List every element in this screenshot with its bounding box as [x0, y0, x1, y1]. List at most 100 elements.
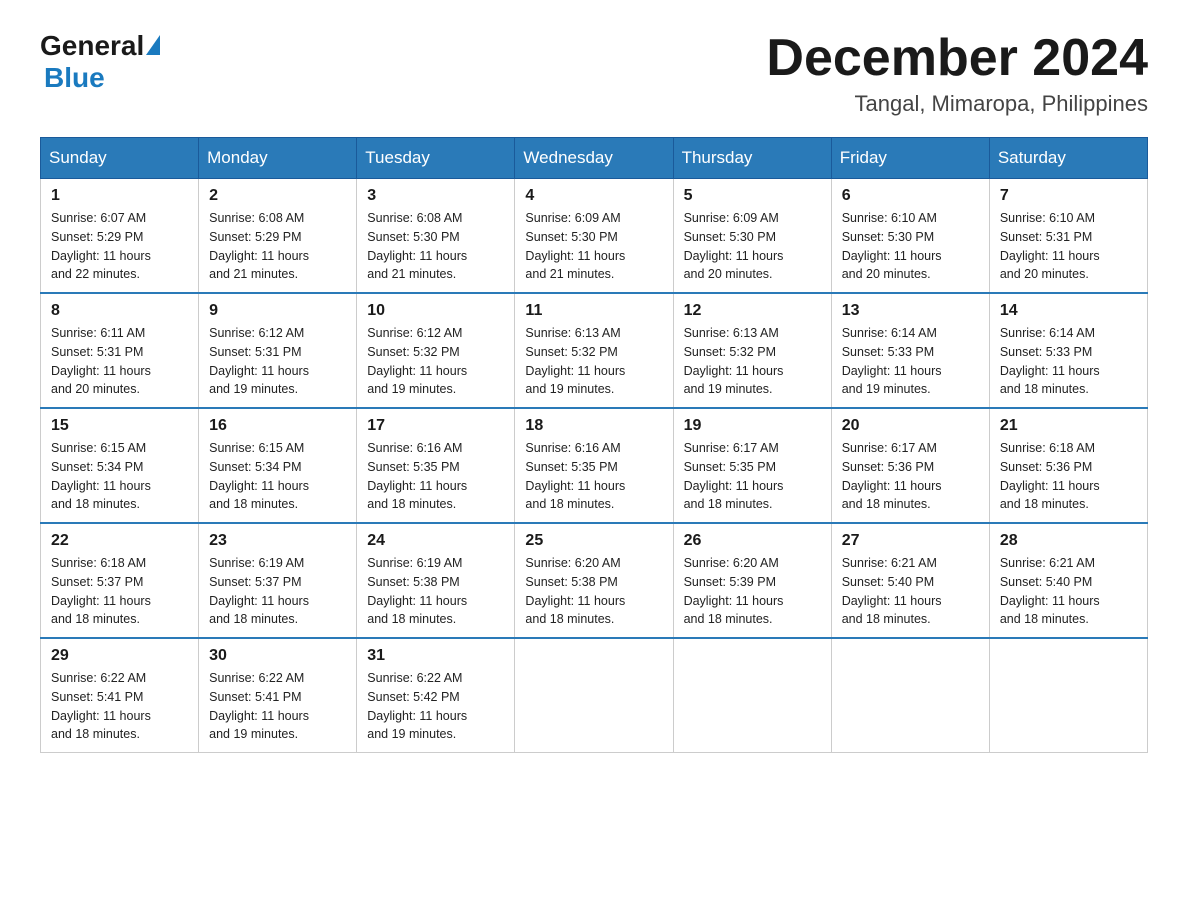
calendar-cell [831, 638, 989, 753]
page-header: General Blue December 2024 Tangal, Mimar… [40, 30, 1148, 117]
day-number: 13 [842, 302, 979, 320]
calendar-cell: 2 Sunrise: 6:08 AMSunset: 5:29 PMDaylight… [199, 179, 357, 294]
calendar-cell: 8 Sunrise: 6:11 AMSunset: 5:31 PMDaylight… [41, 293, 199, 408]
day-number: 10 [367, 302, 504, 320]
day-number: 6 [842, 187, 979, 205]
day-info: Sunrise: 6:20 AMSunset: 5:39 PMDaylight:… [684, 554, 821, 629]
day-info: Sunrise: 6:14 AMSunset: 5:33 PMDaylight:… [842, 324, 979, 399]
calendar-cell: 22 Sunrise: 6:18 AMSunset: 5:37 PMDayligh… [41, 523, 199, 638]
day-number: 26 [684, 532, 821, 550]
calendar-cell: 18 Sunrise: 6:16 AMSunset: 5:35 PMDayligh… [515, 408, 673, 523]
day-info: Sunrise: 6:16 AMSunset: 5:35 PMDaylight:… [367, 439, 504, 514]
day-number: 7 [1000, 187, 1137, 205]
day-info: Sunrise: 6:17 AMSunset: 5:35 PMDaylight:… [684, 439, 821, 514]
calendar-cell: 16 Sunrise: 6:15 AMSunset: 5:34 PMDayligh… [199, 408, 357, 523]
title-section: December 2024 Tangal, Mimaropa, Philippi… [766, 30, 1148, 117]
day-info: Sunrise: 6:13 AMSunset: 5:32 PMDaylight:… [525, 324, 662, 399]
day-info: Sunrise: 6:18 AMSunset: 5:37 PMDaylight:… [51, 554, 188, 629]
location-subtitle: Tangal, Mimaropa, Philippines [766, 91, 1148, 117]
day-info: Sunrise: 6:13 AMSunset: 5:32 PMDaylight:… [684, 324, 821, 399]
month-year-title: December 2024 [766, 30, 1148, 87]
day-info: Sunrise: 6:08 AMSunset: 5:29 PMDaylight:… [209, 209, 346, 284]
day-info: Sunrise: 6:09 AMSunset: 5:30 PMDaylight:… [525, 209, 662, 284]
day-info: Sunrise: 6:11 AMSunset: 5:31 PMDaylight:… [51, 324, 188, 399]
calendar-cell: 17 Sunrise: 6:16 AMSunset: 5:35 PMDayligh… [357, 408, 515, 523]
calendar-cell: 9 Sunrise: 6:12 AMSunset: 5:31 PMDaylight… [199, 293, 357, 408]
day-number: 17 [367, 417, 504, 435]
day-info: Sunrise: 6:22 AMSunset: 5:42 PMDaylight:… [367, 669, 504, 744]
day-info: Sunrise: 6:22 AMSunset: 5:41 PMDaylight:… [51, 669, 188, 744]
col-header-sunday: Sunday [41, 138, 199, 179]
day-number: 19 [684, 417, 821, 435]
day-number: 21 [1000, 417, 1137, 435]
day-info: Sunrise: 6:10 AMSunset: 5:30 PMDaylight:… [842, 209, 979, 284]
calendar-week-1: 1 Sunrise: 6:07 AMSunset: 5:29 PMDaylight… [41, 179, 1148, 294]
calendar-cell: 7 Sunrise: 6:10 AMSunset: 5:31 PMDaylight… [989, 179, 1147, 294]
calendar-cell [515, 638, 673, 753]
day-info: Sunrise: 6:22 AMSunset: 5:41 PMDaylight:… [209, 669, 346, 744]
day-info: Sunrise: 6:12 AMSunset: 5:31 PMDaylight:… [209, 324, 346, 399]
calendar-cell: 31 Sunrise: 6:22 AMSunset: 5:42 PMDayligh… [357, 638, 515, 753]
calendar-cell: 14 Sunrise: 6:14 AMSunset: 5:33 PMDayligh… [989, 293, 1147, 408]
calendar-cell: 27 Sunrise: 6:21 AMSunset: 5:40 PMDayligh… [831, 523, 989, 638]
calendar-header-row: SundayMondayTuesdayWednesdayThursdayFrid… [41, 138, 1148, 179]
day-number: 14 [1000, 302, 1137, 320]
calendar-cell: 3Sunrise: 6:08 AMSunset: 5:30 PMDaylight… [357, 179, 515, 294]
calendar-cell: 13 Sunrise: 6:14 AMSunset: 5:33 PMDayligh… [831, 293, 989, 408]
day-number: 27 [842, 532, 979, 550]
calendar-cell: 26 Sunrise: 6:20 AMSunset: 5:39 PMDayligh… [673, 523, 831, 638]
day-number: 31 [367, 647, 504, 665]
calendar-cell: 29 Sunrise: 6:22 AMSunset: 5:41 PMDayligh… [41, 638, 199, 753]
day-number: 30 [209, 647, 346, 665]
day-info: Sunrise: 6:16 AMSunset: 5:35 PMDaylight:… [525, 439, 662, 514]
col-header-saturday: Saturday [989, 138, 1147, 179]
day-info: Sunrise: 6:14 AMSunset: 5:33 PMDaylight:… [1000, 324, 1137, 399]
calendar-week-3: 15 Sunrise: 6:15 AMSunset: 5:34 PMDayligh… [41, 408, 1148, 523]
day-number: 8 [51, 302, 188, 320]
day-info: Sunrise: 6:08 AMSunset: 5:30 PMDaylight:… [367, 209, 504, 284]
day-number: 18 [525, 417, 662, 435]
calendar-week-5: 29 Sunrise: 6:22 AMSunset: 5:41 PMDayligh… [41, 638, 1148, 753]
calendar-cell: 20Sunrise: 6:17 AMSunset: 5:36 PMDayligh… [831, 408, 989, 523]
calendar-cell: 25Sunrise: 6:20 AMSunset: 5:38 PMDayligh… [515, 523, 673, 638]
day-number: 15 [51, 417, 188, 435]
col-header-tuesday: Tuesday [357, 138, 515, 179]
col-header-monday: Monday [199, 138, 357, 179]
day-info: Sunrise: 6:07 AMSunset: 5:29 PMDaylight:… [51, 209, 188, 284]
day-number: 20 [842, 417, 979, 435]
day-number: 9 [209, 302, 346, 320]
calendar-cell: 21 Sunrise: 6:18 AMSunset: 5:36 PMDayligh… [989, 408, 1147, 523]
day-info: Sunrise: 6:19 AMSunset: 5:38 PMDaylight:… [367, 554, 504, 629]
calendar-cell: 30 Sunrise: 6:22 AMSunset: 5:41 PMDayligh… [199, 638, 357, 753]
day-number: 24 [367, 532, 504, 550]
day-info: Sunrise: 6:21 AMSunset: 5:40 PMDaylight:… [1000, 554, 1137, 629]
day-info: Sunrise: 6:09 AMSunset: 5:30 PMDaylight:… [684, 209, 821, 284]
day-number: 16 [209, 417, 346, 435]
day-info: Sunrise: 6:19 AMSunset: 5:37 PMDaylight:… [209, 554, 346, 629]
day-info: Sunrise: 6:21 AMSunset: 5:40 PMDaylight:… [842, 554, 979, 629]
logo-blue-text: Blue [44, 62, 105, 93]
day-number: 1 [51, 187, 188, 205]
calendar-cell: 5Sunrise: 6:09 AMSunset: 5:30 PMDaylight… [673, 179, 831, 294]
day-number: 29 [51, 647, 188, 665]
day-info: Sunrise: 6:15 AMSunset: 5:34 PMDaylight:… [209, 439, 346, 514]
calendar-cell: 24 Sunrise: 6:19 AMSunset: 5:38 PMDayligh… [357, 523, 515, 638]
calendar-cell: 28Sunrise: 6:21 AMSunset: 5:40 PMDayligh… [989, 523, 1147, 638]
calendar-cell [989, 638, 1147, 753]
calendar-cell: 4Sunrise: 6:09 AMSunset: 5:30 PMDaylight… [515, 179, 673, 294]
col-header-friday: Friday [831, 138, 989, 179]
day-number: 11 [525, 302, 662, 320]
calendar-cell: 15 Sunrise: 6:15 AMSunset: 5:34 PMDayligh… [41, 408, 199, 523]
calendar-week-2: 8 Sunrise: 6:11 AMSunset: 5:31 PMDaylight… [41, 293, 1148, 408]
col-header-thursday: Thursday [673, 138, 831, 179]
day-info: Sunrise: 6:10 AMSunset: 5:31 PMDaylight:… [1000, 209, 1137, 284]
day-info: Sunrise: 6:12 AMSunset: 5:32 PMDaylight:… [367, 324, 504, 399]
day-number: 2 [209, 187, 346, 205]
calendar-cell [673, 638, 831, 753]
day-number: 22 [51, 532, 188, 550]
calendar-cell: 10 Sunrise: 6:12 AMSunset: 5:32 PMDayligh… [357, 293, 515, 408]
day-number: 12 [684, 302, 821, 320]
day-info: Sunrise: 6:18 AMSunset: 5:36 PMDaylight:… [1000, 439, 1137, 514]
day-info: Sunrise: 6:15 AMSunset: 5:34 PMDaylight:… [51, 439, 188, 514]
calendar-cell: 11 Sunrise: 6:13 AMSunset: 5:32 PMDayligh… [515, 293, 673, 408]
